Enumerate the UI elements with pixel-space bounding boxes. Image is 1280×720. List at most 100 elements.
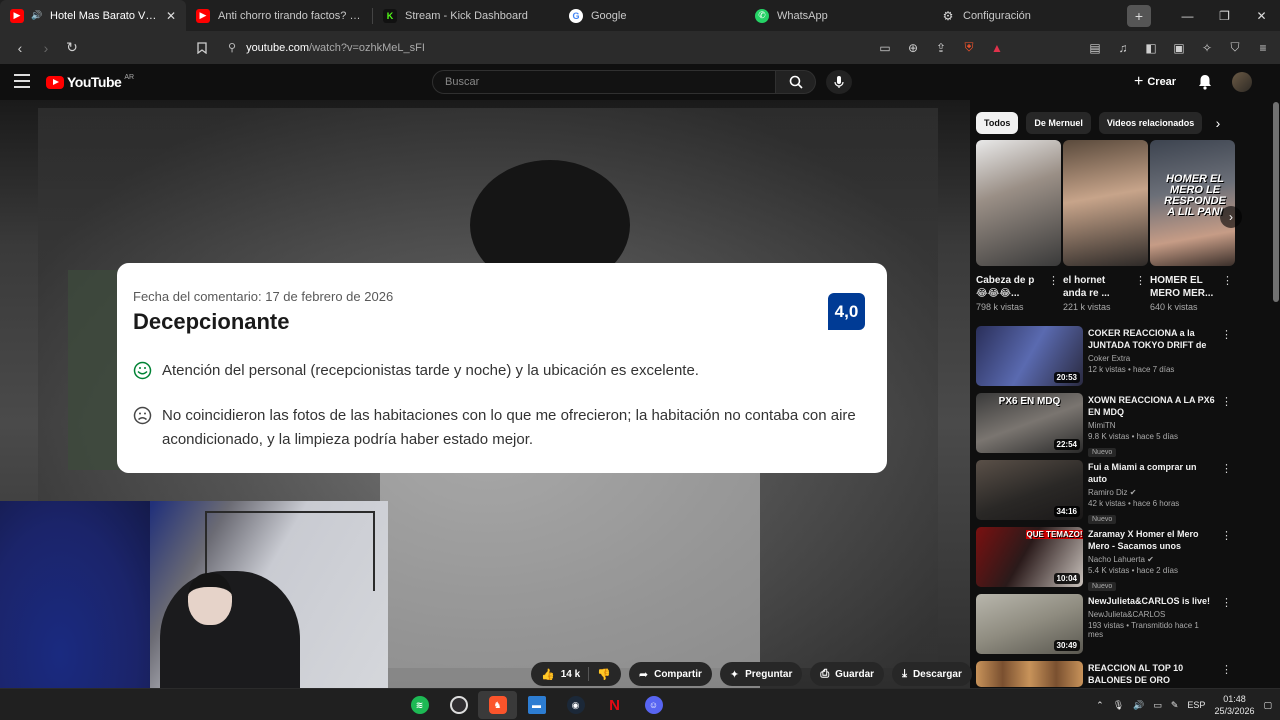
cast-icon[interactable]: ▭ (874, 37, 896, 59)
video-thumbnail[interactable]: 34:16 (976, 460, 1083, 520)
microphone-icon[interactable]: 🎙 (1113, 700, 1124, 711)
video-title[interactable]: COKER REACCIONA a la JUNTADA TOKYO DRIFT… (1088, 327, 1216, 351)
short-item[interactable]: HOMER EL MERO LE RESPONDE A LIL PANI HOM… (1150, 140, 1235, 312)
shorts-next-button[interactable]: › (1220, 206, 1242, 228)
video-thumbnail[interactable]: QUE TEMAZO! 10:04 (976, 527, 1083, 587)
create-button[interactable]: + Crear (1134, 72, 1176, 92)
video-thumbnail[interactable]: 20:53 (976, 326, 1083, 386)
tab-whatsapp[interactable]: ✆ WhatsApp (745, 0, 931, 31)
sidebar-icon[interactable]: ◧ (1140, 37, 1162, 59)
short-item[interactable]: el hornet anda re ... 221 k vistas ⋮ (1063, 140, 1148, 312)
avatar[interactable] (1232, 72, 1252, 92)
volume-icon[interactable]: 🔊 (1133, 700, 1144, 711)
search-input[interactable] (445, 76, 775, 88)
video-channel[interactable]: Coker Extra (1088, 354, 1216, 363)
ask-button[interactable]: ✦ Preguntar (719, 662, 803, 686)
forward-icon[interactable]: › (34, 36, 58, 60)
youtube-logo[interactable]: YouTube AR (46, 74, 134, 90)
site-info-icon[interactable]: ⚲ (228, 41, 236, 54)
pen-icon[interactable]: ✎ (1171, 700, 1179, 711)
short-thumbnail[interactable] (976, 140, 1061, 266)
search-button[interactable] (776, 70, 816, 94)
share-button[interactable]: ➦ Compartir (628, 662, 712, 686)
chip-all[interactable]: Todos (976, 112, 1019, 134)
menu-icon[interactable]: ≡ (1252, 37, 1274, 59)
close-icon[interactable]: ✕ (166, 9, 176, 23)
brave-shields-icon[interactable]: ⛨ (958, 37, 980, 59)
list-item[interactable]: QUE TEMAZO! 10:04 Zaramay X Homer el Mer… (976, 527, 1240, 594)
tab-anti-chorro[interactable]: ▶ Anti chorro tirando factos? - YouT (186, 0, 372, 31)
short-title[interactable]: Cabeza de p 😂😂😂... (976, 274, 1044, 300)
extensions-icon[interactable]: ✧ (1196, 37, 1218, 59)
page-scrollbar[interactable] (1272, 100, 1280, 688)
notifications-button[interactable] (1196, 73, 1214, 91)
tab-kick-dashboard[interactable]: K Stream - Kick Dashboard (373, 0, 559, 31)
obs-app[interactable] (439, 691, 478, 719)
more-vert-icon[interactable]: ⋮ (1221, 596, 1232, 609)
chip-related[interactable]: Videos relacionados (1098, 112, 1203, 134)
tab-google[interactable]: G Google (559, 0, 745, 31)
reload-icon[interactable]: ↻ (60, 36, 84, 60)
minimize-icon[interactable]: — (1169, 0, 1206, 31)
video-title[interactable]: REACCION AL TOP 10 BALONES DE ORO ROBADO… (1088, 662, 1216, 686)
video-channel[interactable]: MimiTN (1088, 421, 1216, 430)
video-title[interactable]: NewJulieta&CARLOS is live! (1088, 595, 1216, 607)
scrollbar-thumb[interactable] (1273, 102, 1279, 302)
chip-from-channel[interactable]: De Mernuel (1026, 112, 1091, 134)
list-item[interactable]: PX6 EN MDQ 22:54 XOWN REACCIONA A LA PX6… (976, 393, 1240, 460)
short-item[interactable]: Cabeza de p 😂😂😂... 798 k vistas ⋮ (976, 140, 1061, 312)
tab-hotel-video[interactable]: ▶ 🔊 Hotel Mas Barato VS Hotel ✕ (0, 0, 186, 31)
wallet-icon[interactable]: ▣ (1168, 37, 1190, 59)
save-button[interactable]: ⎙ Guardar (810, 662, 885, 686)
file-explorer-app[interactable]: ▬ (517, 691, 556, 719)
more-vert-icon[interactable]: ⋮ (1221, 529, 1232, 542)
bookmark-icon[interactable] (190, 36, 214, 60)
reader-icon[interactable]: ▤ (1084, 37, 1106, 59)
clock[interactable]: 01:48 25/3/2026 (1214, 693, 1254, 717)
voice-search-button[interactable] (826, 70, 852, 94)
thumbs-down-icon[interactable]: 👎 (597, 668, 611, 681)
music-icon[interactable]: ♫ (1112, 37, 1134, 59)
short-title[interactable]: HOMER EL MERO MER... (1150, 274, 1218, 300)
more-vert-icon[interactable]: ⋮ (1221, 663, 1232, 676)
new-tab-button[interactable]: + (1127, 4, 1151, 27)
short-title[interactable]: el hornet anda re ... (1063, 274, 1131, 300)
netflix-app[interactable]: N (595, 691, 634, 719)
more-vert-icon[interactable]: ⋮ (1221, 328, 1232, 341)
short-thumbnail[interactable] (1063, 140, 1148, 266)
hamburger-icon[interactable] (14, 74, 30, 88)
zoom-icon[interactable]: ⊕ (902, 37, 924, 59)
video-title[interactable]: Fui a Miami a comprar un auto (1088, 461, 1216, 485)
more-vert-icon[interactable]: ⋮ (1221, 462, 1232, 475)
language-indicator[interactable]: ESP (1187, 700, 1205, 710)
more-vert-icon[interactable]: ⋮ (1221, 395, 1232, 408)
back-icon[interactable]: ‹ (8, 36, 32, 60)
more-vert-icon[interactable]: ⋮ (1222, 274, 1233, 287)
more-vert-icon[interactable]: ⋮ (1135, 274, 1146, 287)
steam-app[interactable]: ◉ (556, 691, 595, 719)
chevron-up-icon[interactable]: ⌃ (1096, 700, 1104, 711)
video-channel[interactable]: Nacho Lahuerta ✔ (1088, 555, 1216, 564)
vpn-icon[interactable]: ⛉ (1224, 37, 1246, 59)
network-icon[interactable]: ▭ (1153, 700, 1162, 711)
chevron-right-icon[interactable]: › (1208, 113, 1228, 133)
video-channel[interactable]: NewJulieta&CARLOS (1088, 610, 1216, 619)
spotify-app[interactable]: ≋ (400, 691, 439, 719)
brave-app[interactable]: ♞ (478, 691, 517, 719)
address-bar[interactable]: ⚲ youtube.com/watch?v=ozhkMeL_sFI (228, 35, 918, 60)
list-item[interactable]: 34:16 Fui a Miami a comprar un auto Rami… (976, 460, 1240, 527)
maximize-icon[interactable]: ❐ (1206, 0, 1243, 31)
share-icon[interactable]: ⇪ (930, 37, 952, 59)
discord-app[interactable]: ☺ (634, 691, 673, 719)
video-thumbnail[interactable] (976, 661, 1083, 687)
list-item[interactable]: 20:53 COKER REACCIONA a la JUNTADA TOKYO… (976, 326, 1240, 393)
download-button[interactable]: ⤓ Descargar (892, 662, 972, 686)
tab-configuracion[interactable]: ⚙ Configuración (931, 0, 1117, 31)
video-title[interactable]: Zaramay X Homer el Mero Mero - Sacamos u… (1088, 528, 1216, 552)
close-window-icon[interactable]: ✕ (1243, 0, 1280, 31)
notifications-icon[interactable]: ▢ (1263, 700, 1272, 711)
list-item[interactable]: 30:49 NewJulieta&CARLOS is live! NewJuli… (976, 594, 1240, 661)
short-thumbnail[interactable]: HOMER EL MERO LE RESPONDE A LIL PANI (1150, 140, 1235, 266)
more-vert-icon[interactable]: ⋮ (1048, 274, 1059, 287)
search-box[interactable] (432, 70, 776, 94)
